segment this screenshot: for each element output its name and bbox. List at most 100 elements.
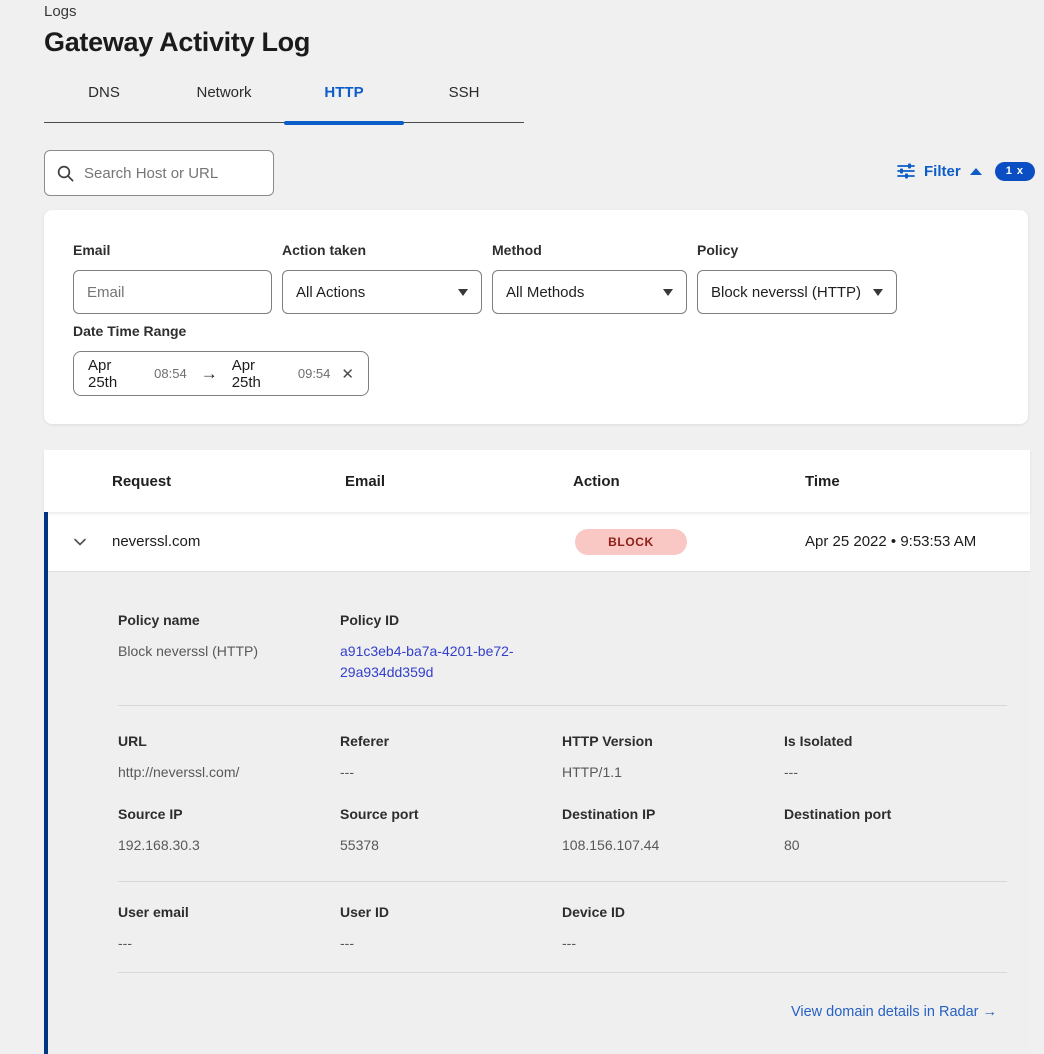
destination-port-value: 80	[784, 835, 1007, 856]
email-filter-label: Email	[73, 242, 272, 258]
source-ip-label: Source IP	[118, 806, 340, 822]
user-id-value: ---	[340, 933, 562, 954]
user-section: User email --- User ID --- Device ID ---	[118, 904, 1007, 954]
email-filter-input-container	[73, 270, 272, 314]
filter-toggle-button[interactable]: Filter 1 x	[897, 158, 1035, 184]
http-version-label: HTTP Version	[562, 733, 784, 749]
policy-id-label: Policy ID	[340, 612, 562, 628]
row-request: neverssl.com	[112, 533, 345, 550]
view-in-radar-link[interactable]: View domain details in Radar →	[791, 1004, 997, 1020]
date-range-label: Date Time Range	[73, 323, 369, 339]
chevron-down-icon	[873, 289, 883, 296]
policy-section: Policy name Block neverssl (HTTP) Policy…	[118, 572, 1007, 683]
gateway-activity-log-page: Logs Gateway Activity Log DNS Network HT…	[0, 0, 1044, 1054]
column-header-time: Time	[805, 473, 1030, 490]
referer-field: Referer ---	[340, 733, 562, 783]
chevron-down-icon	[663, 289, 673, 296]
action-taken-value: All Actions	[296, 284, 365, 301]
filter-field-email: Email	[73, 242, 272, 314]
row-time: Apr 25 2022 • 9:53:53 AM	[805, 533, 1030, 550]
row-expand-chevron[interactable]	[48, 534, 112, 550]
source-ip-field: Source IP 192.168.30.3	[118, 806, 340, 856]
filter-field-date-range: Date Time Range Apr 25th 08:54 → Apr 25t…	[73, 323, 369, 396]
column-header-request: Request	[112, 473, 345, 490]
tab-http[interactable]: HTTP	[284, 76, 404, 122]
is-isolated-label: Is Isolated	[784, 733, 1007, 749]
tab-network[interactable]: Network	[164, 76, 284, 122]
filter-field-policy: Policy Block neverssl (HTTP)	[697, 242, 897, 314]
section-divider	[118, 881, 1007, 882]
policy-name-field: Policy name Block neverssl (HTTP)	[118, 612, 340, 683]
user-email-label: User email	[118, 904, 340, 920]
destination-ip-field: Destination IP 108.156.107.44	[562, 806, 784, 856]
arrow-right-icon: →	[201, 364, 218, 384]
filter-count-badge[interactable]: 1 x	[995, 162, 1035, 181]
url-label: URL	[118, 733, 340, 749]
end-date: Apr 25th	[232, 357, 287, 391]
network-section: Source IP 192.168.30.3 Source port 55378…	[118, 806, 1007, 856]
source-port-field: Source port 55378	[340, 806, 562, 856]
start-time: 08:54	[154, 366, 187, 381]
device-id-field: Device ID ---	[562, 904, 784, 954]
chevron-down-icon	[458, 289, 468, 296]
filter-field-method: Method All Methods	[492, 242, 687, 314]
search-icon	[57, 165, 74, 182]
breadcrumb: Logs	[44, 3, 77, 20]
device-id-label: Device ID	[562, 904, 784, 920]
email-filter-input[interactable]	[87, 284, 258, 301]
user-id-field: User ID ---	[340, 904, 562, 954]
radar-link-row: View domain details in Radar →	[118, 1003, 1007, 1021]
search-host-input-container	[44, 150, 274, 196]
http-section: URL http://neverssl.com/ Referer --- HTT…	[118, 733, 1007, 783]
source-port-label: Source port	[340, 806, 562, 822]
destination-port-label: Destination port	[784, 806, 1007, 822]
policy-select[interactable]: Block neverssl (HTTP)	[697, 270, 897, 314]
row-details-panel: Policy name Block neverssl (HTTP) Policy…	[48, 572, 1030, 1054]
table-row[interactable]: neverssl.com BLOCK Apr 25 2022 • 9:53:53…	[48, 512, 1030, 572]
policy-name-label: Policy name	[118, 612, 340, 628]
policy-id-link[interactable]: a91c3eb4-ba7a-4201-be72-29a934dd359d	[340, 641, 536, 683]
method-value: All Methods	[506, 284, 584, 301]
http-version-field: HTTP Version HTTP/1.1	[562, 733, 784, 783]
filter-sliders-icon	[897, 163, 915, 179]
column-header-email: Email	[345, 473, 573, 490]
action-taken-select[interactable]: All Actions	[282, 270, 482, 314]
user-email-value: ---	[118, 933, 340, 954]
user-email-field: User email ---	[118, 904, 340, 954]
column-header-action: Action	[573, 473, 805, 490]
is-isolated-field: Is Isolated ---	[784, 733, 1007, 783]
activity-log-table: Request Email Action Time neverssl.com B…	[44, 450, 1030, 1054]
chevron-down-icon	[72, 534, 88, 550]
page-title: Gateway Activity Log	[44, 27, 310, 58]
source-ip-value: 192.168.30.3	[118, 835, 340, 856]
start-date: Apr 25th	[88, 357, 143, 391]
device-id-value: ---	[562, 933, 784, 954]
http-version-value: HTTP/1.1	[562, 762, 784, 783]
filter-panel: Email Action taken All Actions Method Al…	[44, 210, 1028, 424]
url-value: http://neverssl.com/	[118, 762, 340, 783]
expanded-row-container: neverssl.com BLOCK Apr 25 2022 • 9:53:53…	[44, 512, 1030, 1054]
destination-ip-value: 108.156.107.44	[562, 835, 784, 856]
filter-label: Filter	[924, 163, 961, 180]
log-type-tabs: DNS Network HTTP SSH	[44, 76, 524, 123]
user-id-label: User ID	[340, 904, 562, 920]
method-select[interactable]: All Methods	[492, 270, 687, 314]
policy-name-value: Block neverssl (HTTP)	[118, 641, 340, 662]
policy-value: Block neverssl (HTTP)	[711, 284, 861, 301]
section-divider	[118, 972, 1007, 973]
source-port-value: 55378	[340, 835, 562, 856]
tab-dns[interactable]: DNS	[44, 76, 164, 122]
end-time: 09:54	[298, 366, 331, 381]
block-status-badge: BLOCK	[575, 529, 687, 555]
policy-label: Policy	[697, 242, 897, 258]
row-action-cell: BLOCK	[573, 529, 805, 555]
method-label: Method	[492, 242, 687, 258]
policy-id-field: Policy ID a91c3eb4-ba7a-4201-be72-29a934…	[340, 612, 562, 683]
search-input[interactable]	[84, 165, 261, 182]
date-range-picker[interactable]: Apr 25th 08:54 → Apr 25th 09:54 ✕	[73, 351, 369, 396]
table-header-row: Request Email Action Time	[44, 450, 1030, 512]
clear-date-range-icon[interactable]: ✕	[341, 365, 354, 383]
tab-ssh[interactable]: SSH	[404, 76, 524, 122]
action-taken-label: Action taken	[282, 242, 482, 258]
collapse-caret-icon	[970, 168, 982, 175]
